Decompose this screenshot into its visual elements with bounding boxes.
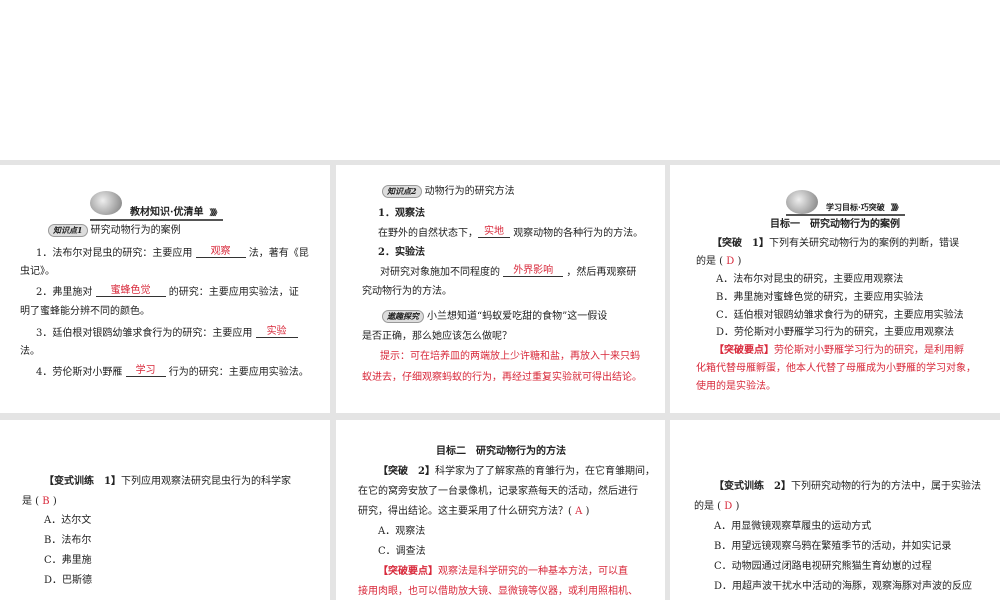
question-cont: 在它的窝旁安放了一台录像机，记录家燕每天的活动，然后进行	[358, 486, 638, 497]
goal-title: 目标二 研究动物行为的方法	[436, 446, 566, 457]
item-1-cont: 虫记》。	[20, 266, 55, 277]
option-d: D．巴斯德	[44, 575, 93, 586]
option-b: B．弗里施对蜜蜂色觉的研究，主要应用实验法	[716, 292, 924, 303]
answer-blank: 外界影响	[503, 265, 564, 277]
option-c: C．调查法	[378, 546, 426, 557]
fun-question: 遨趣探究 小兰想知道“蚂蚁爱吃甜的食物”这一假设	[382, 310, 607, 324]
arrows-icon: 》》》	[209, 207, 221, 217]
option-a: A．用显微镜观察草履虫的运动方式	[714, 521, 872, 532]
option-c: C．动物园通过闭路电视研究熊猫生育幼崽的过程	[714, 561, 932, 572]
slide-panel-knowledge-1[interactable]: 教材知识·优清单 》》》 知识点1 研究动物行为的案例 1．法布尔对昆虫的研究：主要…	[0, 165, 330, 413]
item-2-cont: 明了蜜蜂能分辨不同的颜色。	[20, 306, 150, 317]
item-1: 1．法布尔对昆虫的研究：主要应用 观察 法，著有《昆	[36, 246, 309, 259]
mascot-icon	[786, 190, 818, 214]
answer: A	[575, 506, 583, 517]
header-title: 教材知识·优清单	[130, 207, 204, 218]
kp-tag: 知识点1	[48, 224, 88, 237]
option-b: B．用望远镜观察乌鸦在繁殖季节的活动，并如实记录	[714, 541, 952, 552]
option-a: A．法布尔对昆虫的研究，主要应用观察法	[716, 274, 904, 285]
section-header: 教材知识·优清单 》》》	[90, 191, 224, 221]
question: 【变式训练 1】下列应用观察法研究昆虫行为的科学家	[44, 476, 291, 487]
observation-def: 在野外的自然状态下， 实地 观察动物的各种行为的方法。	[378, 226, 644, 239]
question: 【突破 2】科学家为了了解家燕的育雏行为，在它育雏期间，	[378, 466, 655, 477]
key-point-cont: 接用肉眼，也可以借助放大镜、显微镜等仪器，或利用照相机、	[358, 586, 638, 597]
answer-blank: 学习	[125, 365, 166, 377]
answer-blank: 观察	[195, 246, 246, 258]
mascot-icon	[90, 191, 122, 215]
slide-panel-knowledge-2[interactable]: 知识点2 动物行为的研究方法 1．观察法 在野外的自然状态下， 实地 观察动物的各种…	[336, 165, 665, 413]
slide-panel-goal-2[interactable]: 目标二 研究动物行为的方法 【突破 2】科学家为了了解家燕的育雏行为，在它育雏期…	[336, 420, 665, 600]
kp-title: 研究动物行为的案例	[90, 225, 181, 236]
item-2: 2．弗里施对 蜜蜂色觉 的研究：主要应用实验法，证	[36, 285, 299, 298]
kp-heading: 知识点2 动物行为的研究方法	[382, 185, 515, 199]
fun-explore-tag: 遨趣探究	[382, 310, 424, 323]
question-cont2: 研究，得出结论。这主要采用了什么研究方法？( A )	[358, 506, 590, 517]
option-d: D．用超声波干扰水中活动的海豚，观察海豚对声波的反应	[714, 581, 973, 592]
answer: D	[724, 501, 733, 512]
question-cont: 的是 ( D )	[694, 501, 740, 512]
option-a: A．观察法	[378, 526, 426, 537]
slide-panel-goal-1[interactable]: 学习目标·巧突破 》》》 目标一 研究动物行为的案例 【突破 1】下列有关研究动物…	[670, 165, 1000, 413]
fun-question-cont: 是否正确，那么她应该怎么做呢？	[362, 331, 512, 342]
question-cont: 的是 ( D )	[696, 256, 742, 267]
item-3: 3．廷伯根对银鸥幼雏求食行为的研究：主要应用 实验	[36, 326, 298, 341]
answer: B	[42, 496, 50, 507]
kp-tag: 知识点2	[382, 185, 422, 198]
item-4: 4．劳伦斯对小野雁 学习 行为的研究：主要应用实验法。	[36, 365, 309, 378]
slide-panel-variant-2[interactable]: 【变式训练 2】下列研究动物的行为的方法中，属于实验法 的是 ( D ) A．用…	[670, 420, 1000, 600]
kp-heading: 知识点1 研究动物行为的案例	[48, 224, 181, 238]
slide-panel-variant-1[interactable]: 【变式训练 1】下列应用观察法研究昆虫行为的科学家 是 ( B ) A．达尔文 …	[0, 420, 330, 600]
section-header: 学习目标·巧突破 》》》	[786, 190, 905, 216]
answer-blank: 实地	[478, 226, 510, 238]
subheading-observation: 1．观察法	[378, 208, 425, 219]
hint-line-2: 蚁进去，仔细观察蚂蚁的行为，再经过重复实验就可得出结论。	[362, 372, 642, 383]
key-point: 【突破要点】劳伦斯对小野雁学习行为的研究，是利用孵	[714, 345, 964, 356]
option-a: A．达尔文	[44, 515, 92, 526]
answer-blank: 蜜蜂色觉	[95, 285, 166, 297]
option-b: B．法布尔	[44, 535, 92, 546]
option-c: C．弗里施	[44, 555, 92, 566]
question: 【变式训练 2】下列研究动物的行为的方法中，属于实验法	[714, 481, 981, 492]
key-point: 【突破要点】观察法是科学研究的一种基本方法，可以直	[378, 566, 628, 577]
key-point-cont: 化箱代替母雁孵蛋，他本人代替了母雁成为小野雁的学习对象，	[696, 363, 976, 374]
goal-title: 目标一 研究动物行为的案例	[770, 219, 900, 230]
header-title: 学习目标·巧突破	[826, 202, 885, 212]
answer: D	[726, 256, 735, 267]
key-point-cont2: 使用的是实验法。	[696, 381, 776, 392]
answer-blank: 实验	[255, 326, 298, 338]
experiment-def: 对研究对象施加不同程度的 外界影响 ，然后再观察研	[380, 265, 637, 278]
item-3-cont: 法。	[20, 346, 40, 357]
subheading-experiment: 2．实验法	[378, 247, 425, 258]
blank-top-area	[0, 0, 1000, 160]
hint-line-1: 提示：可在培养皿的两端放上少许糖和盐，再放入十来只蚂	[380, 351, 640, 362]
option-c: C．廷伯根对银鸥幼雏求食行为的研究，主要应用实验法	[716, 310, 964, 321]
option-d: D．劳伦斯对小野雁学习行为的研究，主要应用观察法	[716, 327, 955, 338]
question-cont: 是 ( B )	[22, 496, 57, 507]
arrows-icon: 》》》	[890, 202, 903, 212]
question: 【突破 1】下列有关研究动物行为的案例的判断，错误	[712, 238, 959, 249]
experiment-def-cont: 究动物行为的方法。	[362, 286, 452, 297]
kp-title: 动物行为的研究方法	[424, 186, 515, 197]
